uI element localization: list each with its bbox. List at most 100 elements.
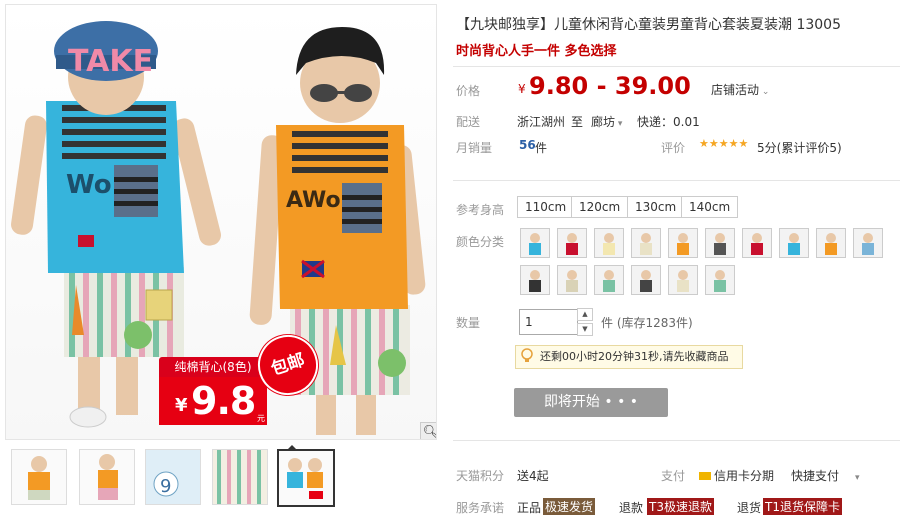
size-label: 参考身高 xyxy=(456,203,505,217)
color-swatch[interactable] xyxy=(594,265,624,295)
monthly-sales-count: 56 xyxy=(519,138,536,152)
main-product-image[interactable]: Wo TAKE AWo 纯棉背心(8色) ¥ 9.8 元 包邮 xyxy=(5,4,437,440)
color-swatch[interactable] xyxy=(557,265,587,295)
badge-price-box: ¥ 9.8 元 xyxy=(159,377,267,425)
thumbnail-5[interactable] xyxy=(277,449,335,507)
pay-label: 支付 xyxy=(661,469,686,483)
points-value: 送4起 xyxy=(517,469,549,483)
coming-soon-button[interactable]: 即将开始 • • • xyxy=(514,388,668,417)
stock-info: 件 (库存1283件) xyxy=(601,316,693,330)
divider xyxy=(453,66,900,67)
quantity-input[interactable]: 1 xyxy=(519,309,578,335)
color-swatch[interactable] xyxy=(816,228,846,258)
caret-down-icon: ▾ xyxy=(615,119,623,129)
service-fast-ship[interactable]: 极速发货 xyxy=(543,498,596,515)
thumbnail-image xyxy=(213,450,267,504)
button-label: 即将开始 xyxy=(543,394,600,410)
quantity-label: 数量 xyxy=(456,316,481,330)
product-subtitle: 时尚背心人手一件 多色选择 xyxy=(456,44,617,59)
delivery-from: 浙江湖州 xyxy=(517,115,566,129)
color-swatch[interactable] xyxy=(594,228,624,258)
delivery-destination-dropdown[interactable]: 廊坊 ▾ xyxy=(591,113,622,130)
divider xyxy=(453,180,900,181)
lightbulb-icon xyxy=(521,348,533,362)
color-swatch[interactable] xyxy=(520,265,550,295)
express-fee: 快递：0.01 xyxy=(637,115,700,129)
color-swatch[interactable] xyxy=(705,228,735,258)
color-swatch[interactable] xyxy=(779,228,809,258)
product-gallery: Wo TAKE AWo 纯棉背心(8色) ¥ 9.8 元 包邮 9 xyxy=(0,0,440,512)
service-refund: 退款 xyxy=(619,501,644,515)
thumbnail-image xyxy=(98,454,118,500)
delivery-destination: 廊坊 xyxy=(591,115,616,129)
fast-pay[interactable]: 快捷支付 ▾ xyxy=(791,467,860,484)
color-swatch[interactable] xyxy=(631,265,661,295)
service-label: 服务承诺 xyxy=(456,501,505,515)
delivery-to-word: 至 xyxy=(571,115,584,129)
service-t3-refund[interactable]: T3极速退款 xyxy=(647,498,714,515)
shop-activity-dropdown[interactable]: 店铺活动 ⌄ xyxy=(711,81,769,98)
increment-icon[interactable]: ▲ xyxy=(577,308,593,321)
credit-installment[interactable]: 信用卡分期 xyxy=(699,467,774,484)
color-swatch[interactable] xyxy=(520,228,550,258)
product-title: 【九块邮独享】儿童休闲背心童装男童背心套装夏装潮 13005 xyxy=(456,17,841,33)
badge-price: 9.8 xyxy=(191,379,256,423)
size-option-120[interactable]: 120cm xyxy=(571,196,629,218)
color-swatch[interactable] xyxy=(668,228,698,258)
color-swatch[interactable] xyxy=(631,228,661,258)
svg-text:AWo: AWo xyxy=(286,188,341,213)
thumbnail-image xyxy=(287,458,323,499)
svg-text:9: 9 xyxy=(160,476,171,497)
points-label: 天猫积分 xyxy=(456,469,505,483)
size-option-140[interactable]: 140cm xyxy=(681,196,739,218)
rating-stars-icon: ★★★★★ xyxy=(699,137,749,150)
shop-activity-label: 店铺活动 xyxy=(711,83,760,97)
price-value: 9.80 - 39.00 xyxy=(529,72,691,100)
countdown-notice: 还剩00小时20分钟31秒,请先收藏商品 xyxy=(515,345,743,369)
divider xyxy=(453,440,900,441)
magnifier-icon[interactable]: 🔍︎ xyxy=(420,422,436,439)
color-swatch[interactable] xyxy=(853,228,883,258)
thumbnail-image xyxy=(28,456,50,500)
active-thumb-indicator xyxy=(287,445,297,450)
fast-pay-label: 快捷支付 xyxy=(791,469,840,483)
svg-text:Wo: Wo xyxy=(66,170,112,200)
product-info: 【九块邮独享】儿童休闲背心童装男童背心套装夏装潮 13005 时尚背心人手一件 … xyxy=(453,0,900,515)
badge-currency: ¥ xyxy=(175,395,188,416)
price-label: 价格 xyxy=(456,84,481,98)
price-currency: ¥ xyxy=(518,82,526,96)
badge-unit: 元 xyxy=(257,414,265,423)
service-genuine: 正品 xyxy=(517,501,542,515)
color-swatch[interactable] xyxy=(557,228,587,258)
credit-label: 信用卡分期 xyxy=(714,469,775,483)
quantity-stepper[interactable]: ▲ ▼ xyxy=(577,308,593,336)
color-swatch[interactable] xyxy=(705,265,735,295)
monthly-sales-label: 月销量 xyxy=(456,141,493,155)
rating-text[interactable]: 5分(累计评价5) xyxy=(757,139,842,156)
thumbnail-3[interactable]: 9 xyxy=(145,449,201,505)
color-swatch[interactable] xyxy=(668,265,698,295)
chevron-down-icon: ▾ xyxy=(855,473,860,483)
dots-icon: • • • xyxy=(599,394,639,410)
thumbnail-image: 9 xyxy=(146,450,200,504)
size-option-130[interactable]: 130cm xyxy=(627,196,685,218)
thumbnail-1[interactable] xyxy=(11,449,67,505)
svg-text:TAKE: TAKE xyxy=(68,44,153,79)
delivery-label: 配送 xyxy=(456,115,481,129)
service-t1-return[interactable]: T1退货保障卡 xyxy=(763,498,842,515)
service-return: 退货 xyxy=(737,501,762,515)
credit-card-icon xyxy=(699,472,711,480)
countdown-text: 还剩00小时20分钟31秒,请先收藏商品 xyxy=(540,350,729,363)
thumbnail-2[interactable] xyxy=(79,449,135,505)
rating-label: 评价 xyxy=(661,141,686,155)
color-swatch[interactable] xyxy=(742,228,772,258)
thumbnail-strip: 9 xyxy=(5,445,435,507)
color-label: 颜色分类 xyxy=(456,235,505,249)
price-row: 价格 ¥ 9.80 - 39.00 店铺活动 ⌄ xyxy=(453,68,900,108)
monthly-sales-unit: 件 xyxy=(535,141,548,155)
chevron-down-icon: ⌄ xyxy=(759,87,770,97)
badge-label: 纯棉背心(8色) xyxy=(159,357,267,377)
decrement-icon[interactable]: ▼ xyxy=(577,323,593,336)
size-option-110[interactable]: 110cm xyxy=(517,196,575,218)
thumbnail-4[interactable] xyxy=(212,449,268,505)
